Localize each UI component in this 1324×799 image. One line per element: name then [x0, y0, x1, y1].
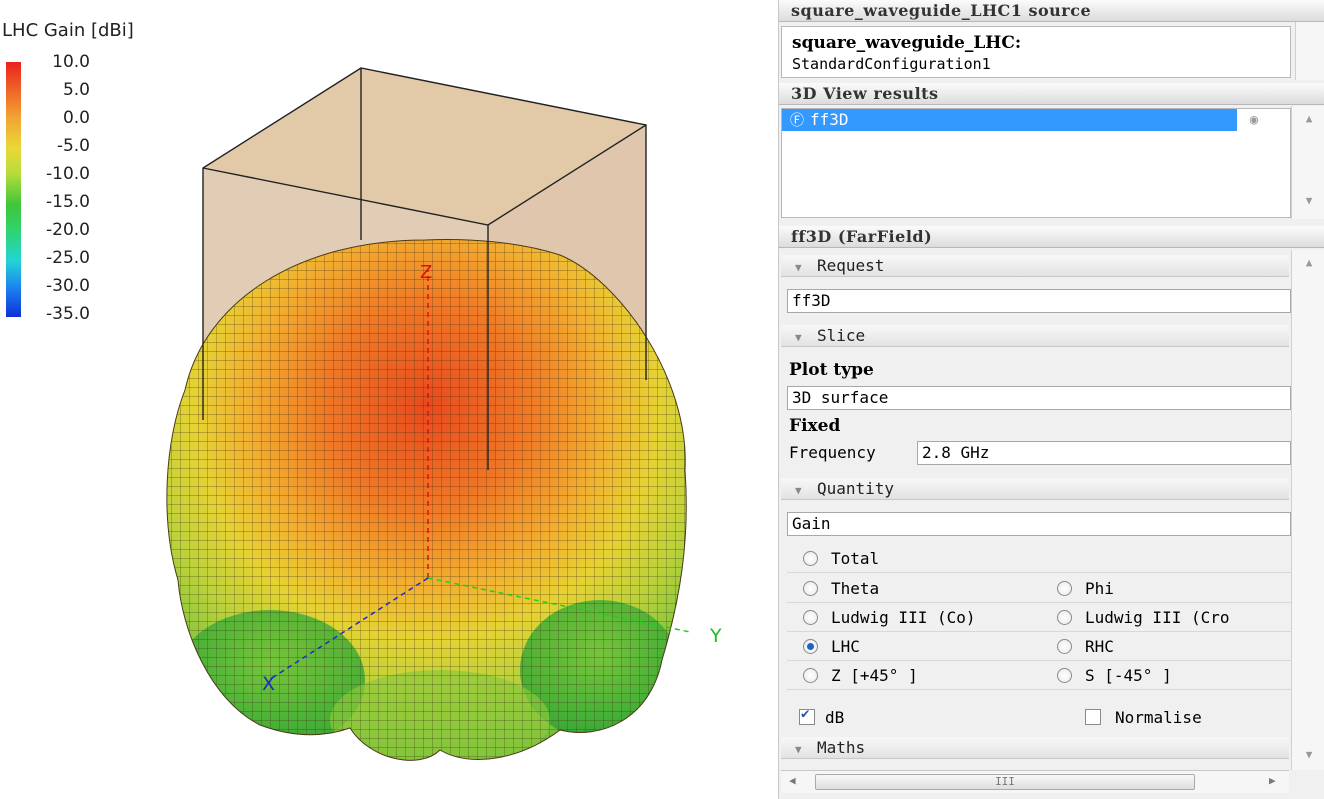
source-configuration: StandardConfiguration1: [792, 55, 991, 73]
y-axis-label: Y: [709, 625, 722, 647]
source-name: square_waveguide_LHC:: [792, 33, 1022, 53]
radio-ludwig-co[interactable]: [803, 610, 818, 625]
radio-ludwig-co-label: Ludwig III (Co): [831, 608, 976, 627]
scroll-down-icon[interactable]: ▼: [1292, 748, 1324, 761]
radio-phi-label: Phi: [1085, 579, 1114, 598]
source-header: square_waveguide_LHC1 source: [779, 0, 1324, 22]
source-scrollbar[interactable]: [1295, 22, 1324, 80]
radio-theta-label: Theta: [831, 579, 880, 598]
radio-ludwig-cross[interactable]: [1057, 610, 1072, 625]
result-item-ff3d[interactable]: Ⓕff3D: [782, 109, 1237, 131]
db-checkbox[interactable]: ✔: [799, 706, 815, 725]
frequency-field[interactable]: 2.8 GHz: [917, 441, 1291, 465]
quantity-row: Z [+45° ] S [-45° ]: [787, 663, 1291, 690]
collapse-triangle-icon: ▼: [795, 331, 802, 344]
horizontal-scrollbar[interactable]: ◀ III ▶: [781, 770, 1289, 793]
quantity-row: Ludwig III (Co) Ludwig III (Cro: [787, 605, 1291, 632]
x-axis-label: X: [262, 673, 275, 695]
scroll-up-icon[interactable]: ▲: [1292, 256, 1324, 269]
radio-s45[interactable]: [1057, 668, 1072, 683]
scroll-up-icon[interactable]: ▲: [1292, 112, 1324, 125]
frequency-label: Frequency: [789, 443, 876, 462]
maths-section-toggle[interactable]: ▼ Maths: [781, 737, 1289, 759]
results-list[interactable]: Ⓕff3D ◉: [781, 108, 1291, 218]
radio-theta[interactable]: [803, 581, 818, 596]
request-field[interactable]: ff3D: [787, 289, 1291, 313]
maths-section-label: Maths: [817, 738, 866, 757]
scroll-right-icon[interactable]: ▶: [1269, 774, 1276, 787]
quantity-row: Total: [787, 546, 1291, 573]
fixed-label: Fixed: [789, 416, 841, 436]
request-section-label: Request: [817, 256, 885, 275]
collapse-triangle-icon: ▼: [795, 484, 802, 497]
z-axis-label: Z: [420, 262, 432, 283]
farfield-3d-viewport[interactable]: LHC Gain [dBi] 10.0 5.0 0.0 -5.0 -10.0 -…: [0, 0, 778, 799]
properties-header: ff3D (FarField): [779, 226, 1324, 248]
radio-lhc[interactable]: [803, 639, 818, 654]
navigation-panel: square_waveguide_LHC1 source square_wave…: [778, 0, 1324, 799]
request-section-toggle[interactable]: ▼ Request: [781, 255, 1289, 277]
plot-type-field[interactable]: 3D surface: [787, 386, 1291, 410]
plot-type-label: Plot type: [789, 360, 874, 380]
quantity-field[interactable]: Gain: [787, 512, 1291, 536]
quantity-section-label: Quantity: [817, 479, 895, 498]
collapse-triangle-icon: ▼: [795, 261, 802, 274]
radio-ludwig-cross-label: Ludwig III (Cro: [1085, 608, 1230, 627]
radio-rhc[interactable]: [1057, 639, 1072, 654]
radio-rhc-label: RHC: [1085, 637, 1114, 656]
slice-section-label: Slice: [817, 326, 866, 345]
results-scrollbar[interactable]: ▲ ▼: [1291, 106, 1324, 219]
result-item-label: ff3D: [810, 110, 849, 129]
scroll-thumb[interactable]: III: [815, 774, 1195, 790]
farfield-icon: Ⓕ: [790, 113, 804, 129]
normalise-checkbox[interactable]: [1085, 709, 1101, 725]
scroll-down-icon[interactable]: ▼: [1292, 194, 1324, 207]
radio-z45[interactable]: [803, 668, 818, 683]
radio-lhc-label: LHC: [831, 637, 860, 656]
radio-z45-label: Z [+45° ]: [831, 666, 918, 685]
source-info-box: square_waveguide_LHC: StandardConfigurat…: [781, 26, 1291, 78]
quantity-section-toggle[interactable]: ▼ Quantity: [781, 478, 1289, 500]
slice-section-toggle[interactable]: ▼ Slice: [781, 325, 1289, 347]
quantity-row: Theta Phi: [787, 576, 1291, 603]
quantity-row: LHC RHC: [787, 634, 1291, 661]
db-label: dB: [825, 708, 845, 727]
radio-s45-label: S [-45° ]: [1085, 666, 1172, 685]
eye-icon[interactable]: ◉: [1240, 109, 1268, 131]
radio-phi[interactable]: [1057, 581, 1072, 596]
properties-scrollbar[interactable]: ▲ ▼: [1291, 250, 1324, 770]
normalise-label: Normalise: [1115, 708, 1202, 727]
scroll-left-icon[interactable]: ◀: [789, 774, 796, 787]
checkmark-icon: ✔: [801, 706, 810, 722]
radio-total-label: Total: [831, 549, 880, 568]
farfield-surface: [166, 239, 687, 761]
radio-total[interactable]: [803, 551, 818, 566]
farfield-scene: Z Y X: [166, 67, 722, 761]
results-header: 3D View results: [779, 83, 1324, 105]
collapse-triangle-icon: ▼: [795, 743, 802, 756]
